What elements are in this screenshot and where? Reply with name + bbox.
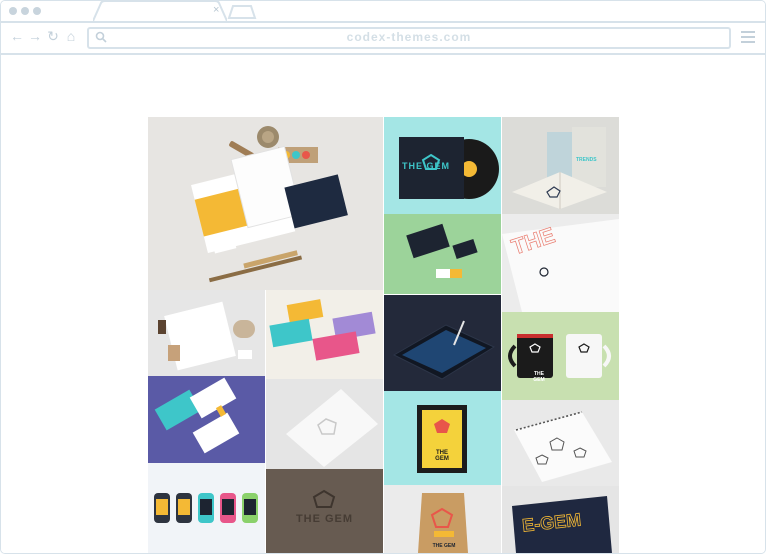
book-title-text: TRENDS — [576, 157, 597, 163]
portfolio-item-embossed-paper[interactable] — [266, 379, 383, 469]
books-mockup-image — [502, 117, 619, 214]
dark-booklet-mockup-image: E-GEM — [502, 486, 619, 553]
sketchbook-mockup-image — [502, 400, 619, 486]
portfolio-item-mugs[interactable]: THE GEM — [502, 312, 619, 400]
tab-shape-icon — [93, 1, 227, 21]
menu-icon[interactable] — [741, 31, 755, 43]
portfolio-item-stationery[interactable] — [148, 117, 383, 290]
portfolio-item-paper-bag[interactable]: THE GEM — [384, 485, 501, 553]
stationery-mockup-image — [148, 117, 383, 290]
tablet-mockup-image — [384, 295, 501, 391]
tab-bar: × — [1, 1, 765, 21]
browser-window: × ← → ↻ ⌂ codex-themes.com THE GEM TREND… — [0, 0, 766, 554]
cards-green-mockup-image — [384, 214, 501, 294]
close-window-dot[interactable] — [9, 7, 17, 15]
browser-tab[interactable] — [93, 1, 227, 21]
portfolio-item-sketchbook[interactable] — [502, 400, 619, 486]
portfolio-item-letterhead[interactable] — [148, 290, 265, 376]
portfolio-item-tablet[interactable] — [384, 295, 501, 391]
poster-mockup-image — [384, 391, 501, 485]
poster-brand-line2: GEM — [435, 456, 449, 462]
portfolio-item-wood-logo[interactable]: THE GEM — [266, 469, 383, 553]
wood-logo-mockup-image — [266, 469, 383, 553]
url-text: codex-themes.com — [346, 30, 472, 44]
mug-brand-line2: GEM — [533, 377, 545, 383]
minimize-window-dot[interactable] — [21, 7, 29, 15]
portfolio-item-poster[interactable]: THE GEM — [384, 391, 501, 485]
back-icon[interactable]: ← — [10, 29, 24, 43]
mugs-mockup-image — [502, 312, 619, 400]
window-controls — [9, 7, 41, 15]
new-tab-icon[interactable] — [227, 4, 257, 20]
reload-icon[interactable]: ↻ — [46, 29, 60, 43]
address-bar[interactable]: codex-themes.com — [87, 27, 731, 49]
portfolio-item-watches[interactable] — [148, 463, 265, 553]
browser-toolbar: ← → ↻ ⌂ codex-themes.com — [1, 21, 765, 55]
embossed-paper-mockup-image — [266, 379, 383, 469]
portfolio-item-vinyl[interactable]: THE GEM — [384, 117, 501, 214]
home-icon[interactable]: ⌂ — [64, 29, 78, 43]
portfolio-item-cards-green[interactable] — [384, 214, 501, 294]
letterhead-mockup-image — [148, 290, 265, 376]
page-content: THE GEM TRENDS THE THE GEM THE GEM THE G… — [1, 55, 765, 553]
vinyl-brand-text: THE GEM — [402, 161, 451, 171]
maximize-window-dot[interactable] — [33, 7, 41, 15]
sketch-paper-mockup-image: THE — [502, 214, 619, 312]
wood-brand-text: THE GEM — [295, 513, 354, 525]
portfolio-item-books[interactable]: TRENDS — [502, 117, 619, 214]
bag-brand-text: THE GEM — [432, 543, 456, 549]
tab-close-icon[interactable]: × — [213, 4, 219, 16]
watches-mockup-image — [148, 463, 265, 553]
portfolio-item-purple-cards[interactable] — [148, 376, 265, 463]
portfolio-item-dark-booklet[interactable]: E-GEM — [502, 486, 619, 553]
portfolio-item-card-stacks[interactable] — [266, 290, 383, 379]
purple-cards-mockup-image — [148, 376, 265, 463]
card-stacks-mockup-image — [266, 290, 383, 379]
portfolio-item-sketch-paper[interactable]: THE — [502, 214, 619, 312]
forward-icon[interactable]: → — [28, 29, 42, 43]
